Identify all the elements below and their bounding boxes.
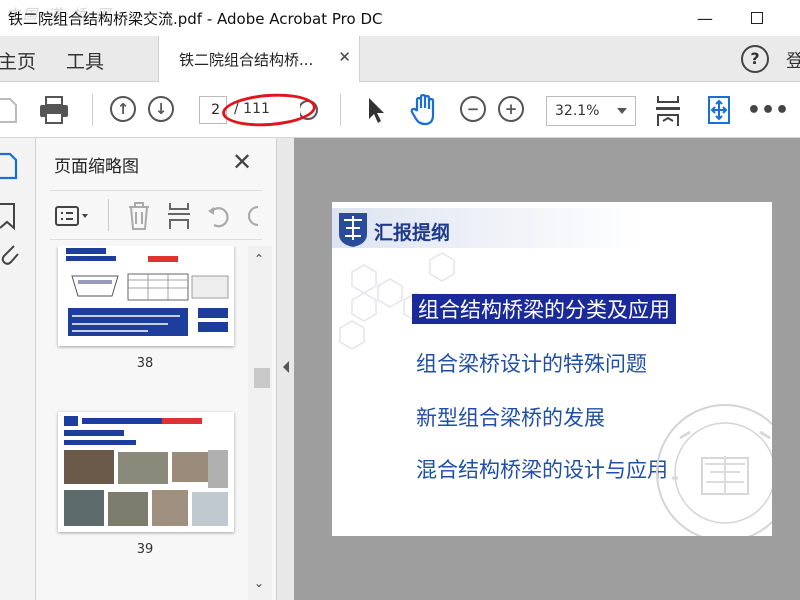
tab-bar: 主页 工具 铁二院组合结构桥... ✕ ? 登 [0,36,800,82]
signin-link[interactable]: 登 [786,47,800,73]
thumbnail-list: 38 39 [36,246,254,600]
outline-item: 新型组合梁桥的发展 [416,406,605,430]
create-icon[interactable] [0,96,18,124]
bookmarks-icon[interactable] [0,202,20,230]
toolbar: ↑ ↓ 2 / 111 − + 32.1% ••• [0,82,800,138]
tab-document[interactable]: 铁二院组合结构桥... ✕ [158,36,360,82]
scrollbar-thumb[interactable] [254,368,270,388]
scroll-down-icon[interactable]: ⌄ [254,576,264,590]
window-titlebar: 中国·道·桥·网 铁二院组合结构桥梁交流.pdf - Adobe Acrobat… [0,0,800,36]
print-icon[interactable] [38,95,70,125]
tab-home[interactable]: 主页 [0,47,36,74]
previous-page-icon[interactable]: ↑ [110,96,136,122]
outline-item: 组合梁桥设计的特殊问题 [416,352,647,376]
zoom-select[interactable]: 32.1% [546,96,636,126]
maximize-icon [751,12,763,24]
zoom-in-icon[interactable]: + [498,96,524,122]
rotate-clockwise-icon[interactable] [244,201,262,231]
left-rail [0,138,36,600]
help-icon[interactable]: ? [741,45,769,73]
document-tab-label: 铁二院组合结构桥... [179,51,314,69]
more-options-icon[interactable]: ••• [747,98,789,123]
scroll-up-icon[interactable]: ⌃ [254,252,264,266]
zoom-value: 32.1% [555,103,600,119]
panel-title: 页面缩略图 [54,157,139,177]
delete-icon[interactable] [126,201,152,231]
separator [92,94,93,126]
university-seal-watermark [656,404,772,536]
thumbnail-page-39[interactable] [58,412,234,532]
outline-item: 组合结构桥梁的分类及应用 [412,294,676,324]
thumbnail-page-number: 39 [136,542,154,557]
thumbnail-page-38[interactable] [58,246,234,346]
maximize-button[interactable] [742,6,772,30]
page-thumbnails-icon[interactable] [0,152,20,180]
thumbnail-scrollbar[interactable]: ⌃ ⌄ [248,246,272,600]
extract-pages-icon[interactable] [166,201,192,231]
next-page-icon[interactable]: ↓ [148,96,174,122]
thumbnails-panel: 页面缩略图 ✕ 38 39 [36,138,276,600]
chevron-down-icon [617,108,627,114]
thumbnail-page-number: 38 [136,356,154,371]
outline-item: 混合结构桥梁的设计与应用 [416,458,668,482]
slide-title: 汇报提纲 [374,222,451,244]
collapse-panel-icon[interactable] [281,360,291,374]
minimize-button[interactable]: — [690,6,720,30]
full-screen-icon[interactable] [704,94,734,126]
zoom-out-icon[interactable]: − [460,96,486,122]
pdf-page: 汇报提纲 组合结构桥梁的分类及应用 组合梁桥设计的特殊问题 新型组合梁桥的发展 … [332,202,772,536]
separator [340,94,341,126]
close-panel-icon[interactable]: ✕ [232,148,252,176]
panel-splitter[interactable] [276,138,294,600]
fit-page-icon[interactable] [654,94,682,128]
thumbnail-options-icon[interactable] [54,203,92,229]
select-cursor-icon[interactable] [364,95,388,125]
viewport-bottom [294,550,800,600]
panel-toolbar [50,190,262,240]
close-tab-icon[interactable]: ✕ [338,48,351,66]
tab-tools[interactable]: 工具 [66,47,104,74]
university-logo [339,213,367,247]
rotate-icon[interactable] [206,201,232,231]
window-title: 铁二院组合结构桥梁交流.pdf - Adobe Acrobat Pro DC [8,10,383,28]
attachments-icon[interactable] [0,240,20,268]
separator [108,199,109,231]
hand-tool-icon[interactable] [408,93,440,127]
